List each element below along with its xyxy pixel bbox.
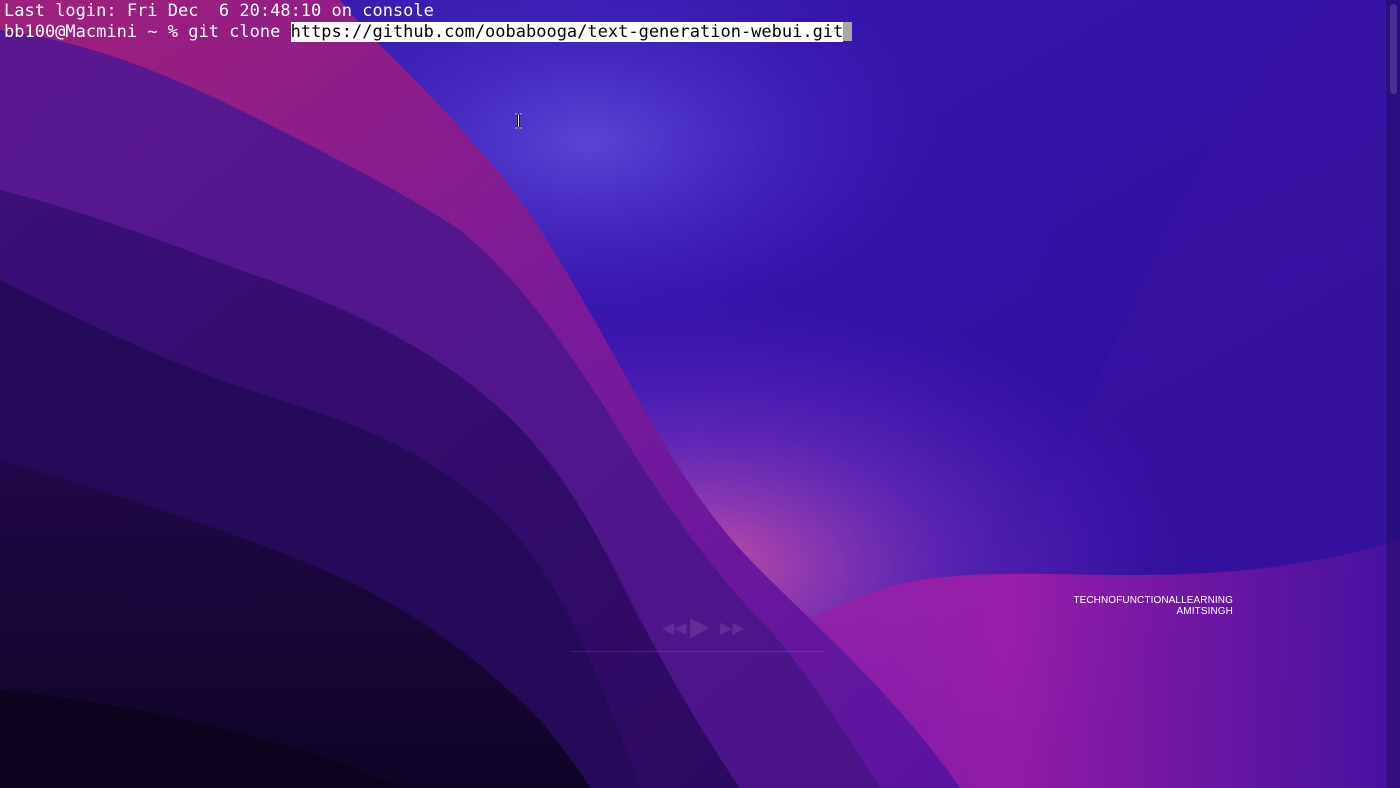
desktop-stage: Last login: Fri Dec 6 20:48:10 on consol…	[0, 0, 1400, 788]
video-player-controls: ◀◀ ▶ ▶▶	[530, 612, 870, 662]
shell-prompt: bb100@Macmini ~ %	[4, 22, 189, 42]
rewind-icon: ◀◀	[662, 618, 687, 637]
ibeam-cursor-icon	[515, 113, 522, 129]
fast-forward-icon: ▶▶	[720, 618, 745, 637]
last-login-line: Last login: Fri Dec 6 20:48:10 on consol…	[4, 1, 1400, 22]
play-icon: ▶	[690, 612, 710, 642]
text-cursor	[843, 22, 853, 41]
typed-command[interactable]: git clone	[188, 22, 290, 42]
watermark-line-1: TECHNOFUNCTIONALLEARNING	[1073, 595, 1233, 606]
selected-url-text[interactable]: https://github.com/oobabooga/text-genera…	[290, 22, 844, 42]
scrollbar-thumb[interactable]	[1390, 4, 1397, 94]
progress-track	[570, 651, 825, 652]
watermark-line-2: AMITSINGH	[1176, 606, 1233, 617]
terminal-scrollbar[interactable]	[1385, 0, 1400, 788]
terminal-window[interactable]: Last login: Fri Dec 6 20:48:10 on consol…	[0, 0, 1400, 788]
watermark: TECHNOFUNCTIONALLEARNING AMITSINGH	[1073, 595, 1233, 617]
last-login-text: Last login: Fri Dec 6 20:48:10 on consol…	[4, 1, 434, 21]
command-line[interactable]: bb100@Macmini ~ % git clone https://gith…	[4, 22, 1400, 43]
